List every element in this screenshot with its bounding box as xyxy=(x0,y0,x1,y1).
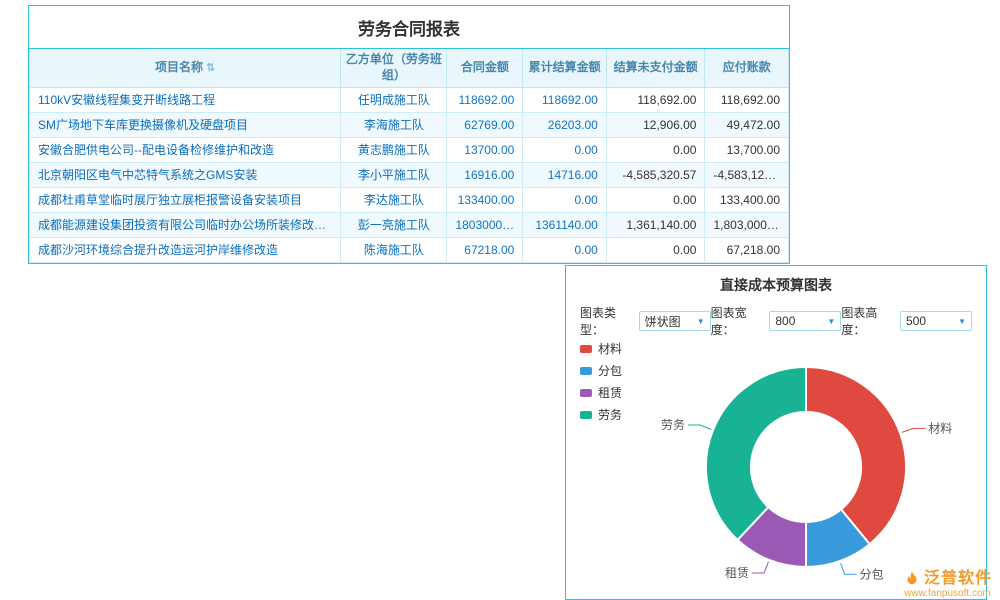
unpaid-amount: 0.00 xyxy=(606,187,705,212)
pie-label-line xyxy=(688,425,711,430)
table-row: 北京朝阳区电气中芯特气系统之GMS安装李小平施工队16916.0014716.0… xyxy=(30,162,789,187)
payable-amount: 118,692.00 xyxy=(705,87,789,112)
contract-amount: 67218.00 xyxy=(447,237,523,262)
contract-amount: 133400.00 xyxy=(447,187,523,212)
contract-amount: 118692.00 xyxy=(447,87,523,112)
payable-amount: 67,218.00 xyxy=(705,237,789,262)
pie-slice-材料[interactable] xyxy=(806,367,906,544)
contract-amount: 13700.00 xyxy=(447,137,523,162)
project-name-link[interactable]: 安徽合肥供电公司--配电设备检修维护和改造 xyxy=(30,137,341,162)
project-name-link[interactable]: 北京朝阳区电气中芯特气系统之GMS安装 xyxy=(30,162,341,187)
unit-link[interactable]: 陈海施工队 xyxy=(341,237,447,262)
report-table-header: 项目名称⇅乙方单位（劳务班组）合同金额累计结算金额结算未支付金额应付账款 xyxy=(30,49,789,87)
header-row: 项目名称⇅乙方单位（劳务班组）合同金额累计结算金额结算未支付金额应付账款 xyxy=(30,49,789,87)
column-header: 项目名称⇅ xyxy=(30,49,341,87)
settled-amount: 0.00 xyxy=(523,137,606,162)
settled-amount: 0.00 xyxy=(523,237,606,262)
chart-title: 直接成本预算图表 xyxy=(566,266,986,302)
flame-logo-icon xyxy=(903,570,921,588)
project-name-link[interactable]: 成都能源建设集团投资有限公司临时办公场所装修改造工程EPC xyxy=(30,212,341,237)
column-header: 合同金额 xyxy=(447,49,523,87)
table-row: 成都沙河环境综合提升改造运河护岸维修改造陈海施工队67218.000.000.0… xyxy=(30,237,789,262)
column-header: 乙方单位（劳务班组） xyxy=(341,49,447,87)
project-name-link[interactable]: 成都沙河环境综合提升改造运河护岸维修改造 xyxy=(30,237,341,262)
unpaid-amount: 0.00 xyxy=(606,137,705,162)
unit-link[interactable]: 李海施工队 xyxy=(341,112,447,137)
unit-link[interactable]: 黄志鹏施工队 xyxy=(341,137,447,162)
unit-link[interactable]: 任明成施工队 xyxy=(341,87,447,112)
column-header: 应付账款 xyxy=(705,49,789,87)
unit-link[interactable]: 李达施工队 xyxy=(341,187,447,212)
table-row: SM广场地下车库更换摄像机及硬盘项目李海施工队62769.0026203.001… xyxy=(30,112,789,137)
vendor-url: www.fanpusoft.com xyxy=(903,588,992,599)
pie-label: 租赁 xyxy=(725,566,749,580)
pie-chart-svg: 材料分包 租赁 劳务 xyxy=(566,324,986,600)
payable-amount: 1,803,000.00 xyxy=(705,212,789,237)
vendor-name: 泛普软件 xyxy=(924,570,992,588)
pie-label-line xyxy=(752,562,769,573)
table-row: 成都能源建设集团投资有限公司临时办公场所装修改造工程EPC彭一亮施工队18030… xyxy=(30,212,789,237)
unpaid-amount: 0.00 xyxy=(606,237,705,262)
unit-link[interactable]: 彭一亮施工队 xyxy=(341,212,447,237)
settled-amount: 118692.00 xyxy=(523,87,606,112)
settled-amount: 0.00 xyxy=(523,187,606,212)
payable-amount: -4,583,120.57 xyxy=(705,162,789,187)
contract-amount: 62769.00 xyxy=(447,112,523,137)
pie-label: 分包 xyxy=(860,567,884,581)
table-row: 安徽合肥供电公司--配电设备检修维护和改造黄志鹏施工队13700.000.000… xyxy=(30,137,789,162)
contract-amount: 16916.00 xyxy=(447,162,523,187)
contract-amount: 1803000.00 xyxy=(447,212,523,237)
settled-amount: 26203.00 xyxy=(523,112,606,137)
payable-amount: 49,472.00 xyxy=(705,112,789,137)
pie-slice-劳务[interactable] xyxy=(706,367,806,540)
pie-label: 材料 xyxy=(928,421,952,435)
table-row: 110kV安徽线程集变开断线路工程任明成施工队118692.00118692.0… xyxy=(30,87,789,112)
pie-label: 劳务 xyxy=(661,417,685,432)
page-title: 劳务合同报表 xyxy=(29,6,789,49)
vendor-watermark: 泛普软件 www.fanpusoft.com xyxy=(903,570,992,599)
pie-label-line xyxy=(841,563,857,574)
report-table-body: 110kV安徽线程集变开断线路工程任明成施工队118692.00118692.0… xyxy=(30,87,789,262)
unit-link[interactable]: 李小平施工队 xyxy=(341,162,447,187)
project-name-link[interactable]: SM广场地下车库更换摄像机及硬盘项目 xyxy=(30,112,341,137)
pie-label-line xyxy=(902,428,925,432)
settled-amount: 14716.00 xyxy=(523,162,606,187)
report-table: 项目名称⇅乙方单位（劳务班组）合同金额累计结算金额结算未支付金额应付账款 110… xyxy=(29,49,789,263)
direct-cost-budget-chart-panel: 直接成本预算图表 图表类型： 饼状图 ▼ 图表宽度： 800 ▼ 图表高度： 5… xyxy=(565,265,987,600)
unpaid-amount: 118,692.00 xyxy=(606,87,705,112)
payable-amount: 13,700.00 xyxy=(705,137,789,162)
unpaid-amount: 12,906.00 xyxy=(606,112,705,137)
column-header: 累计结算金额 xyxy=(523,49,606,87)
project-name-link[interactable]: 110kV安徽线程集变开断线路工程 xyxy=(30,87,341,112)
payable-amount: 133,400.00 xyxy=(705,187,789,212)
unpaid-amount: -4,585,320.57 xyxy=(606,162,705,187)
settled-amount: 1361140.00 xyxy=(523,212,606,237)
labor-contract-report-panel: 劳务合同报表 项目名称⇅乙方单位（劳务班组）合同金额累计结算金额结算未支付金额应… xyxy=(28,5,790,264)
unpaid-amount: 1,361,140.00 xyxy=(606,212,705,237)
column-header: 结算未支付金额 xyxy=(606,49,705,87)
sort-icon[interactable]: ⇅ xyxy=(206,62,215,74)
table-row: 成都杜甫草堂临时展厅独立展柜报警设备安装项目李达施工队133400.000.00… xyxy=(30,187,789,212)
project-name-link[interactable]: 成都杜甫草堂临时展厅独立展柜报警设备安装项目 xyxy=(30,187,341,212)
